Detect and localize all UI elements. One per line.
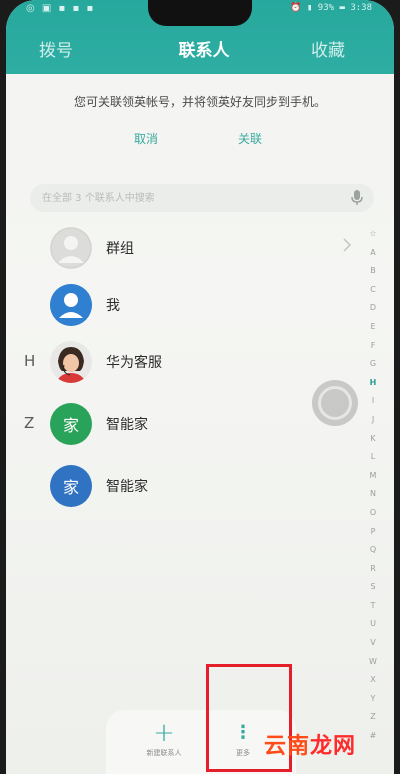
screen: ◎ ▣ ▪ ▪ ▪ ⏰ ▮ 93% ▬ 3:38 拨号 联系人 收藏 您可关联领…	[6, 0, 394, 774]
index-letter[interactable]: A	[366, 244, 380, 263]
index-letter[interactable]: J	[366, 411, 380, 430]
index-letter[interactable]: E	[366, 318, 380, 337]
plus-icon: +	[153, 718, 175, 748]
index-letter[interactable]: D	[366, 299, 380, 318]
avatar-initial: 家	[62, 478, 79, 497]
linkedin-banner-text: 您可关联领英帐号，并将领英好友同步到手机。	[73, 95, 326, 109]
camera-notch	[148, 0, 252, 26]
contact-name: 华为客服	[106, 355, 162, 371]
contact-name: 我	[106, 298, 120, 314]
index-letter[interactable]: S	[366, 578, 380, 597]
phone-frame: ◎ ▣ ▪ ▪ ▪ ⏰ ▮ 93% ▬ 3:38 拨号 联系人 收藏 您可关联领…	[0, 0, 400, 774]
index-letter[interactable]: L	[366, 448, 380, 467]
floating-navigation-dock[interactable]	[312, 380, 358, 426]
person-icon	[50, 284, 92, 326]
tab-contacts[interactable]: 联系人	[164, 36, 244, 61]
index-letter[interactable]: K	[366, 430, 380, 449]
contact-photo	[50, 341, 92, 383]
list-item-smart-home-2[interactable]: 家 智能家	[6, 457, 366, 515]
index-letter[interactable]: M	[366, 467, 380, 486]
contact-name: 智能家	[106, 479, 148, 495]
list-item-me[interactable]: 我	[6, 276, 366, 334]
index-letter[interactable]: B	[366, 262, 380, 281]
tab-favorites[interactable]: 收藏	[298, 36, 358, 61]
index-letter[interactable]: O	[366, 504, 380, 523]
index-letter[interactable]: W	[366, 653, 380, 672]
index-letter[interactable]: Z	[366, 708, 380, 727]
alphabet-index[interactable]: ☆ A B C D E F G H I J K L M N O P Q R S T U V W X Y Z #	[366, 225, 380, 746]
contact-avatar: 家	[50, 465, 92, 507]
index-letter[interactable]: F	[366, 337, 380, 356]
group-icon	[50, 227, 92, 269]
list-item-groups[interactable]: 群组	[6, 219, 366, 277]
index-letter[interactable]: H	[366, 374, 380, 393]
status-bar-left-icons: ◎ ▣ ▪ ▪ ▪	[26, 3, 96, 14]
index-letter[interactable]: T	[366, 597, 380, 616]
index-letter[interactable]: X	[366, 671, 380, 690]
watermark: 云南龙网	[264, 734, 357, 759]
index-letter[interactable]: ☆	[366, 225, 380, 244]
list-item-huawei-service[interactable]: H 华为客服	[6, 333, 366, 391]
search-input[interactable]	[42, 190, 332, 206]
status-bar-right: ⏰ ▮ 93% ▬ 3:38	[290, 3, 372, 13]
microphone-icon[interactable]	[350, 190, 364, 206]
chevron-right-icon	[343, 238, 352, 252]
index-letter[interactable]: I	[366, 392, 380, 411]
tab-dial[interactable]: 拨号	[26, 36, 86, 61]
new-contact-button[interactable]: + 新建联系人	[134, 720, 194, 758]
link-account-button[interactable]: 关联	[220, 130, 280, 147]
new-contact-label: 新建联系人	[146, 749, 182, 757]
index-letter[interactable]: Q	[366, 541, 380, 560]
index-letter[interactable]: R	[366, 560, 380, 579]
section-letter: H	[24, 352, 36, 370]
index-letter[interactable]: Y	[366, 690, 380, 709]
contact-avatar: 家	[50, 403, 92, 445]
index-letter[interactable]: U	[366, 615, 380, 634]
index-letter[interactable]: C	[366, 281, 380, 300]
cancel-button[interactable]: 取消	[116, 130, 176, 147]
index-letter[interactable]: G	[366, 355, 380, 374]
avatar-initial: 家	[62, 416, 79, 435]
contact-name: 群组	[106, 241, 134, 257]
section-letter: Z	[24, 414, 35, 432]
app-header: ◎ ▣ ▪ ▪ ▪ ⏰ ▮ 93% ▬ 3:38 拨号 联系人 收藏	[6, 0, 394, 74]
contact-name: 智能家	[106, 417, 148, 433]
search-bar[interactable]	[30, 184, 374, 212]
index-letter[interactable]: #	[366, 727, 380, 746]
index-letter[interactable]: N	[366, 485, 380, 504]
index-letter[interactable]: P	[366, 523, 380, 542]
index-letter[interactable]: V	[366, 634, 380, 653]
